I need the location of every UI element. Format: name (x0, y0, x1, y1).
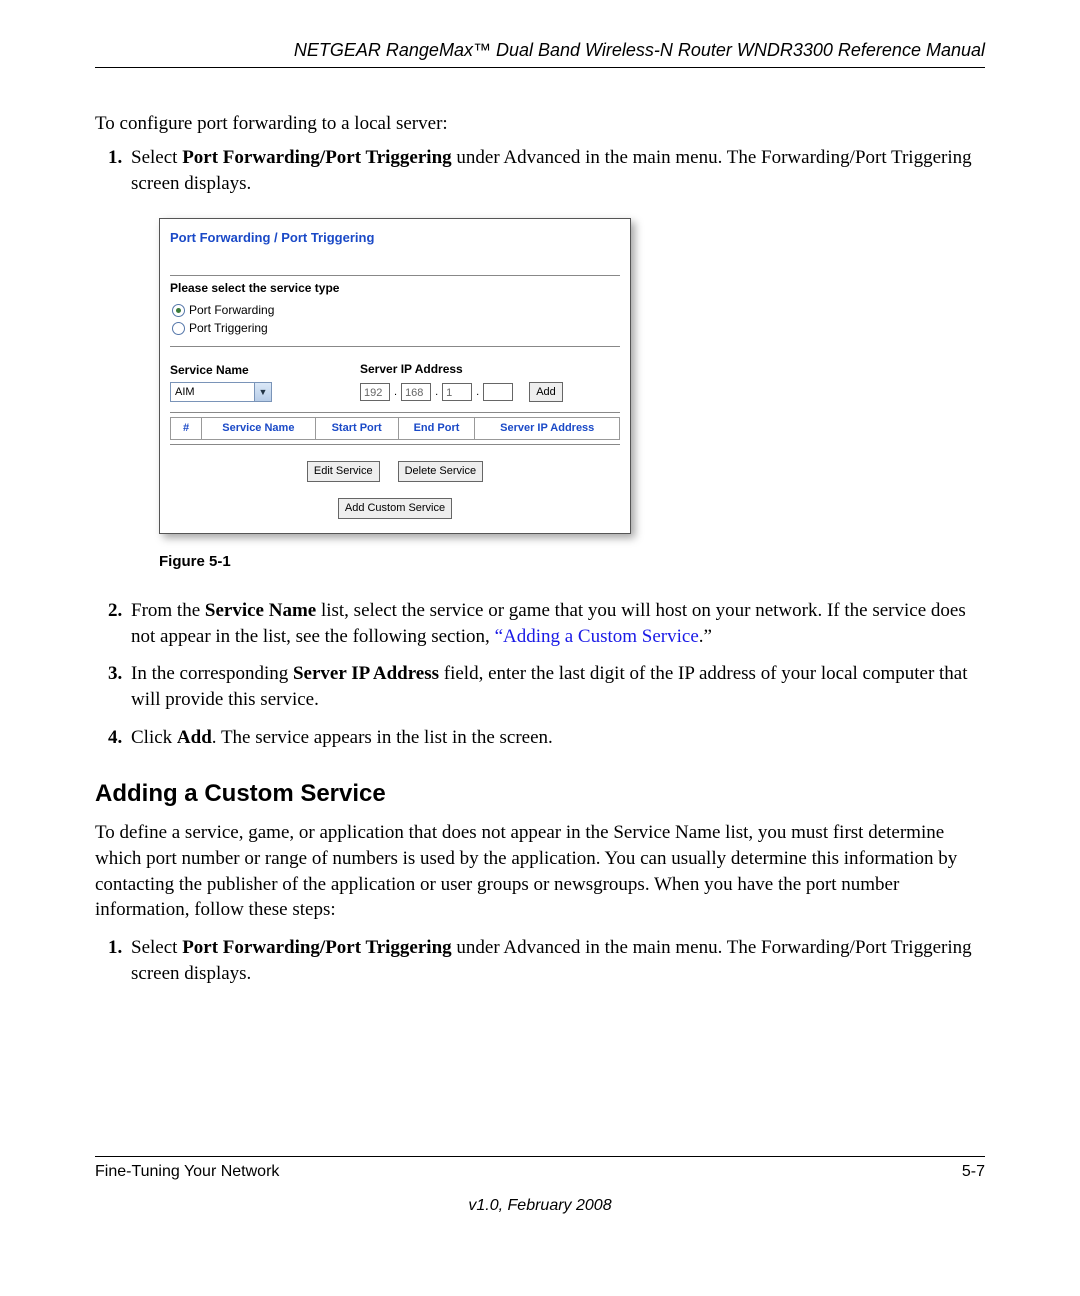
step-b1: Select Port Forwarding/Port Triggering u… (127, 935, 985, 986)
step-2: From the Service Name list, select the s… (127, 598, 985, 649)
version-text: v1.0, February 2008 (95, 1197, 985, 1215)
figure-caption: Figure 5-1 (159, 552, 985, 572)
stepb1-bold: Port Forwarding/Port Triggering (182, 937, 451, 958)
ip-octet-4[interactable] (483, 383, 513, 401)
page-footer: Fine-Tuning Your Network 5-7 (95, 1156, 985, 1181)
step4-bold: Add (177, 727, 212, 748)
chevron-down-icon: ▼ (254, 383, 271, 401)
services-table: # Service Name Start Port End Port Serve… (170, 417, 620, 440)
col-server-ip: Server IP Address (475, 418, 620, 440)
intro-text: To configure port forwarding to a local … (95, 113, 985, 135)
radio-port-forwarding[interactable]: Port Forwarding (172, 302, 620, 318)
col-end-port: End Port (398, 418, 475, 440)
step4-text-a: Click (131, 727, 177, 748)
step-3: In the corresponding Server IP Address f… (127, 661, 985, 712)
add-custom-service-button[interactable]: Add Custom Service (338, 498, 452, 519)
divider (170, 275, 620, 276)
step2-bold: Service Name (205, 600, 316, 621)
section-body: To define a service, game, or applicatio… (95, 820, 985, 923)
select-value: AIM (171, 383, 254, 401)
server-ip-label: Server IP Address (360, 361, 563, 377)
divider (170, 412, 620, 413)
step1-text-a: Select (131, 147, 182, 168)
col-num: # (171, 418, 202, 440)
link-adding-custom-service[interactable]: “Adding a Custom Service (495, 626, 699, 647)
edit-service-button[interactable]: Edit Service (307, 461, 380, 482)
service-name-select[interactable]: AIM ▼ (170, 382, 272, 402)
step3-text-a: In the corresponding (131, 663, 293, 684)
footer-left: Fine-Tuning Your Network (95, 1163, 279, 1181)
radio-label: Port Forwarding (189, 302, 274, 318)
step3-bold: Server IP Address (293, 663, 439, 684)
col-start-port: Start Port (315, 418, 398, 440)
service-type-label: Please select the service type (170, 280, 620, 296)
divider (170, 346, 620, 347)
step2-text-d: .” (699, 626, 712, 647)
step2-text-a: From the (131, 600, 205, 621)
delete-service-button[interactable]: Delete Service (398, 461, 484, 482)
add-button[interactable]: Add (529, 382, 563, 403)
ip-octet-2: 168 (401, 383, 431, 401)
section-heading: Adding a Custom Service (95, 780, 985, 808)
step-4: Click Add. The service appears in the li… (127, 725, 985, 751)
step-1: Select Port Forwarding/Port Triggering u… (127, 145, 985, 572)
step4-text-c: . The service appears in the list in the… (212, 727, 553, 748)
ip-octet-3: 1 (442, 383, 472, 401)
router-screenshot: Port Forwarding / Port Triggering Please… (159, 218, 631, 534)
page-header: NETGEAR RangeMax™ Dual Band Wireless-N R… (95, 40, 985, 68)
stepb1-text-a: Select (131, 937, 182, 958)
radio-port-triggering[interactable]: Port Triggering (172, 320, 620, 336)
service-name-label: Service Name (170, 362, 360, 378)
ip-octet-1: 192 (360, 383, 390, 401)
radio-label: Port Triggering (189, 320, 268, 336)
radio-icon (172, 322, 185, 335)
col-service-name: Service Name (202, 418, 316, 440)
screenshot-title: Port Forwarding / Port Triggering (170, 229, 620, 247)
radio-icon (172, 304, 185, 317)
footer-right: 5-7 (962, 1163, 985, 1181)
step1-bold: Port Forwarding/Port Triggering (182, 147, 451, 168)
divider (170, 444, 620, 445)
